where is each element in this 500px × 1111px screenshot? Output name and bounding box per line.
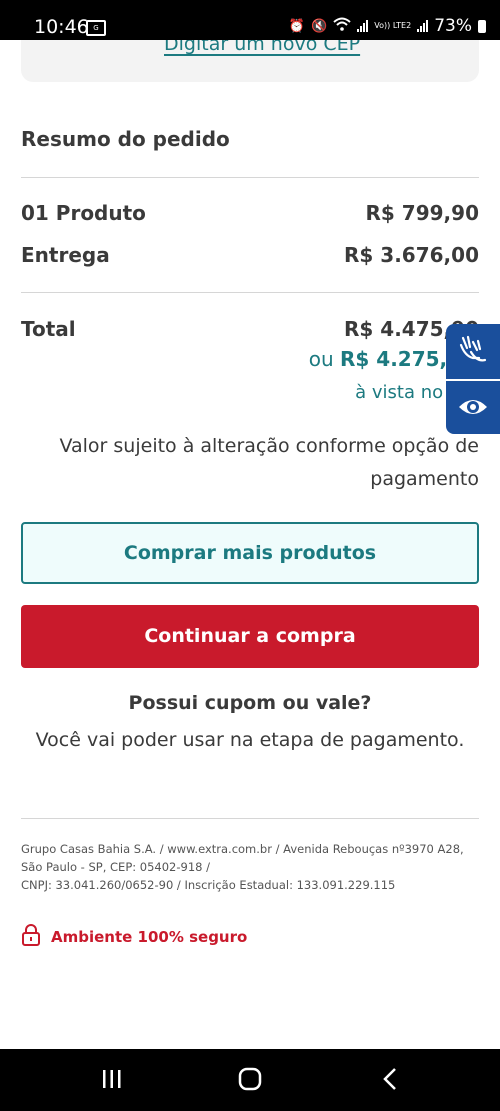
status-time: 10:46 xyxy=(34,16,89,38)
coupon-question: Possui cupom ou vale? xyxy=(128,692,372,714)
mute-icon: 🔇 xyxy=(311,18,328,34)
delivery-value: R$ 3.676,00 xyxy=(344,243,479,267)
company-address: Grupo Casas Bahia S.A. / www.extra.com.b… xyxy=(21,842,464,874)
secure-environment: Ambiente 100% seguro xyxy=(21,924,247,950)
battery-icon xyxy=(478,19,486,33)
status-bar: 10:46 G ⏰ 🔇 Vo)) LTE2 73% xyxy=(0,0,500,40)
continue-purchase-button[interactable]: Continuar a compra xyxy=(21,605,479,668)
navigation-bar xyxy=(0,1049,500,1111)
divider xyxy=(21,177,479,178)
back-icon[interactable] xyxy=(382,1067,398,1095)
alarm-icon: ⏰ xyxy=(288,18,306,34)
secure-label: Ambiente 100% seguro xyxy=(51,928,248,946)
panel-separator xyxy=(446,379,500,381)
products-value: R$ 799,90 xyxy=(365,201,479,225)
products-label: 01 Produto xyxy=(21,201,146,225)
price-notice: Valor sujeito à alteração conforme opção… xyxy=(59,435,479,490)
signal-2-icon xyxy=(417,20,429,32)
wifi-icon xyxy=(333,17,351,35)
buy-more-button[interactable]: Comprar mais produtos xyxy=(21,522,479,584)
footer-divider xyxy=(21,818,479,819)
sign-language-icon[interactable] xyxy=(457,334,489,370)
company-registration: CNPJ: 33.041.260/0652-90 / Inscrição Est… xyxy=(21,878,396,892)
volte-label: Vo)) LTE2 xyxy=(374,21,412,30)
coupon-info: Você vai poder usar na etapa de pagament… xyxy=(35,729,465,751)
delivery-label: Entrega xyxy=(21,243,110,267)
eye-icon[interactable] xyxy=(457,392,489,426)
divider xyxy=(21,292,479,293)
signal-icon xyxy=(357,20,369,32)
total-label: Total xyxy=(21,317,76,341)
lock-icon xyxy=(21,924,41,950)
notification-icon: G xyxy=(86,20,106,36)
home-icon[interactable] xyxy=(238,1067,262,1095)
battery-level: 73% xyxy=(434,16,472,36)
order-summary-title: Resumo do pedido xyxy=(21,127,230,151)
accessibility-panel xyxy=(446,324,500,434)
status-icons: ⏰ 🔇 Vo)) LTE2 73% xyxy=(289,14,486,38)
recent-apps-icon[interactable] xyxy=(101,1067,123,1095)
company-info: Grupo Casas Bahia S.A. / www.extra.com.b… xyxy=(21,840,471,894)
alt-price-prefix: ou xyxy=(308,347,334,371)
